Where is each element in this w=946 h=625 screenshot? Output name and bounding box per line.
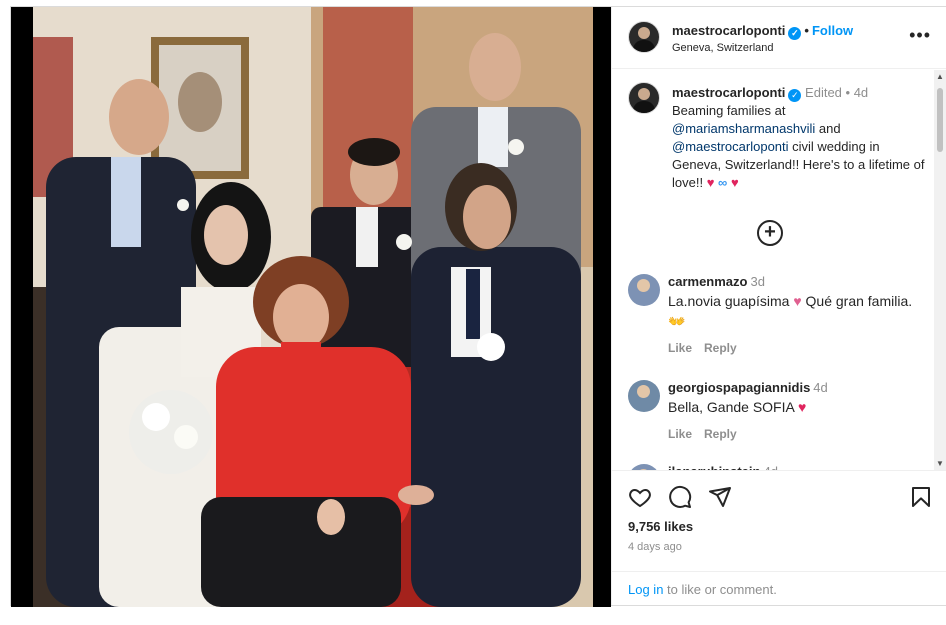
scrollbar-thumb[interactable] xyxy=(937,88,943,152)
heart-icon[interactable] xyxy=(628,485,652,509)
comment-text: La.novia guapísima ♥ Qué gran familia. 👐 xyxy=(668,291,928,331)
raised-hands-emoji: 👐 xyxy=(668,313,686,329)
comment-text: Bella, Gande SOFIA ♥ xyxy=(668,397,928,417)
wedding-family-photo xyxy=(33,7,593,607)
heart-emoji: ♥ xyxy=(706,175,715,190)
caption-text-1: Beaming families at xyxy=(672,103,786,118)
caption-text-2: and xyxy=(815,121,841,136)
post-footer: 9,756 likes 4 days ago Log in to like or… xyxy=(612,470,946,605)
comment-like-button[interactable]: Like xyxy=(668,341,692,355)
add-circle-icon[interactable]: + xyxy=(757,220,783,246)
heart-emoji: ♥ xyxy=(730,175,739,190)
infinity-emoji: ∞ xyxy=(718,175,728,190)
post-location[interactable]: Geneva, Switzerland xyxy=(672,42,774,54)
instagram-post: maestrocarloponti ✓ • Follow Geneva, Switze… xyxy=(10,6,946,607)
comment-username[interactable]: georgiospapagiannidis xyxy=(668,380,810,395)
login-prompt: Log in to like or comment. xyxy=(612,571,946,606)
comment-icon[interactable] xyxy=(668,485,692,509)
scroll-down-icon[interactable]: ▼ xyxy=(936,459,944,468)
separator-dot: • xyxy=(804,23,809,38)
separator-dot: • xyxy=(841,85,854,100)
caption-mention-bride[interactable]: @mariamsharmanashvili xyxy=(672,121,815,136)
post-photo[interactable] xyxy=(11,7,611,607)
caption-age: 4d xyxy=(853,85,869,100)
comment-reply-button[interactable]: Reply xyxy=(704,427,737,441)
author-avatar[interactable] xyxy=(628,21,660,53)
verified-icon: ✓ xyxy=(788,89,802,102)
comment-actions: Like Reply xyxy=(668,427,928,441)
comment-text-part: La.novia guapísima xyxy=(668,293,790,309)
commenter-avatar[interactable] xyxy=(628,274,660,306)
comment-age: 4d xyxy=(813,380,828,395)
likes-count[interactable]: 9,756 likes xyxy=(628,519,693,534)
author-username[interactable]: maestrocarloponti xyxy=(672,23,785,38)
post-header: maestrocarloponti ✓ • Follow Geneva, Switze… xyxy=(612,7,946,69)
heart-emoji: ♥ xyxy=(797,399,807,415)
comment-like-button[interactable]: Like xyxy=(668,427,692,441)
comment-text-part: Qué gran familia. xyxy=(801,293,913,309)
comment-username[interactable]: carmenmazo xyxy=(668,274,747,289)
bookmark-icon[interactable] xyxy=(909,485,933,509)
comment-body: carmenmazo 3d La.novia guapísima ♥ Qué gr… xyxy=(668,274,928,355)
caption-username[interactable]: maestrocarloponti xyxy=(672,85,785,100)
comment-body: georgiospapagiannidis 4d Bella, Gande SOF… xyxy=(668,380,928,441)
author-name-row: maestrocarloponti ✓ • Follow xyxy=(672,23,853,40)
heart-eyes-emoji: ♥ xyxy=(793,293,802,309)
verified-icon: ✓ xyxy=(788,27,802,40)
post-date[interactable]: 4 days ago xyxy=(628,541,682,553)
comments-scroll-area[interactable]: maestrocarloponti ✓ Edited • 4d Beaming f… xyxy=(612,70,946,470)
comment-text-part: Bella, Gande SOFIA xyxy=(668,399,795,415)
caption-edited: Edited xyxy=(805,85,842,100)
comment-actions: Like Reply xyxy=(668,341,928,355)
scroll-up-icon[interactable]: ▲ xyxy=(936,72,944,81)
login-link[interactable]: Log in xyxy=(628,582,663,597)
comments-scrollbar[interactable]: ▲ ▼ xyxy=(934,70,946,470)
action-bar xyxy=(628,485,933,511)
follow-button[interactable]: Follow xyxy=(812,23,853,38)
comment-reply-button[interactable]: Reply xyxy=(704,341,737,355)
caption-body: maestrocarloponti ✓ Edited • 4d Beaming f… xyxy=(672,84,930,192)
post-side-panel: maestrocarloponti ✓ • Follow Geneva, Switze… xyxy=(611,7,946,605)
login-suffix: to like or comment. xyxy=(663,582,777,597)
share-icon[interactable] xyxy=(708,485,732,509)
more-icon[interactable]: ••• xyxy=(909,25,931,46)
comment-age: 3d xyxy=(750,274,765,289)
caption-avatar[interactable] xyxy=(628,82,660,114)
commenter-avatar[interactable] xyxy=(628,380,660,412)
caption-mention-groom[interactable]: @maestrocarloponti xyxy=(672,139,789,154)
